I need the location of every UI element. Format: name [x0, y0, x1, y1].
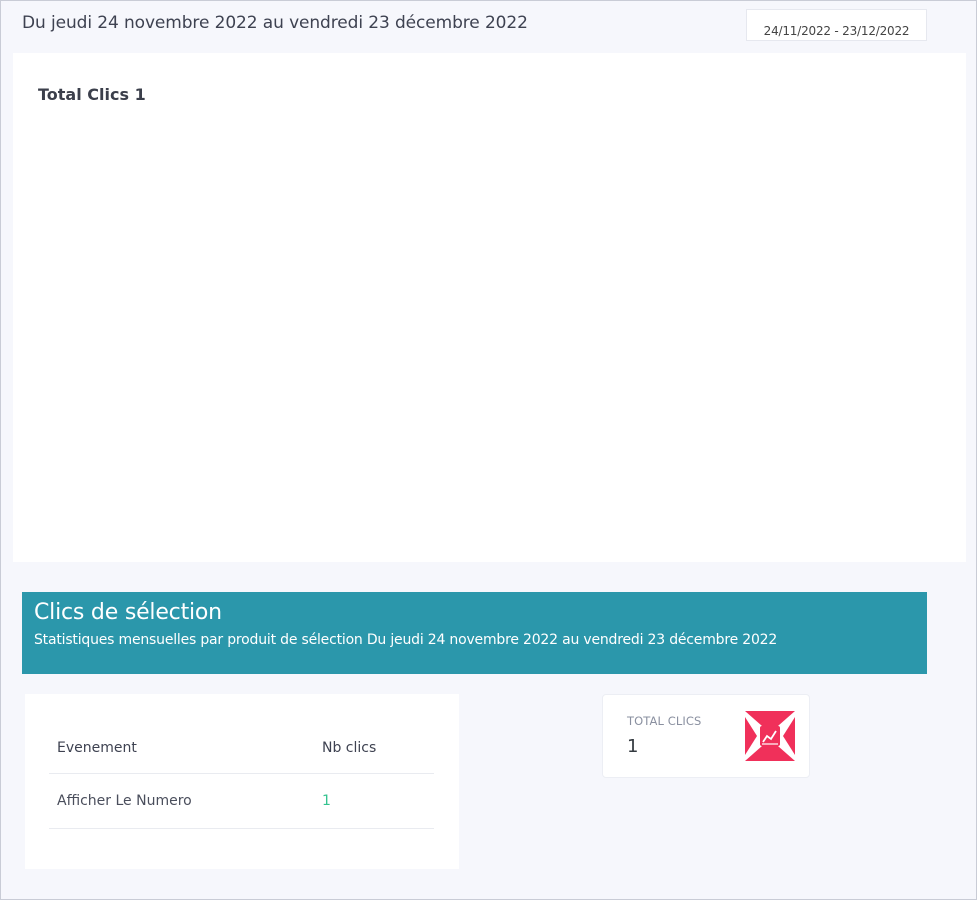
chart-title: Total Clics 1: [38, 85, 146, 104]
chart-card: Total Clics 1: [13, 53, 966, 562]
kpi-value: 1: [627, 736, 639, 757]
events-table-card: Evenement Nb clics Afficher Le Numero 1: [25, 694, 459, 869]
chart-icon: [745, 711, 795, 761]
section-title: Clics de sélection: [34, 600, 222, 625]
kpi-label: TOTAL CLICS: [627, 714, 702, 728]
section-banner: Clics de sélection Statistiques mensuell…: [22, 592, 927, 674]
clicks-cell: 1: [320, 773, 434, 829]
events-table: Evenement Nb clics Afficher Le Numero 1: [49, 719, 434, 829]
date-range-picker[interactable]: 24/11/2022 - 23/12/2022: [746, 9, 927, 41]
event-cell: Afficher Le Numero: [49, 773, 320, 829]
column-header-clicks: Nb clics: [320, 719, 434, 774]
period-text: Du jeudi 24 novembre 2022 au vendredi 23…: [22, 13, 528, 33]
table-header-row: Evenement Nb clics: [49, 719, 434, 774]
column-header-event: Evenement: [49, 719, 320, 774]
total-clicks-card: TOTAL CLICS 1: [602, 694, 810, 778]
section-subtitle: Statistiques mensuelles par produit de s…: [34, 632, 778, 648]
table-row: Afficher Le Numero 1: [49, 773, 434, 829]
